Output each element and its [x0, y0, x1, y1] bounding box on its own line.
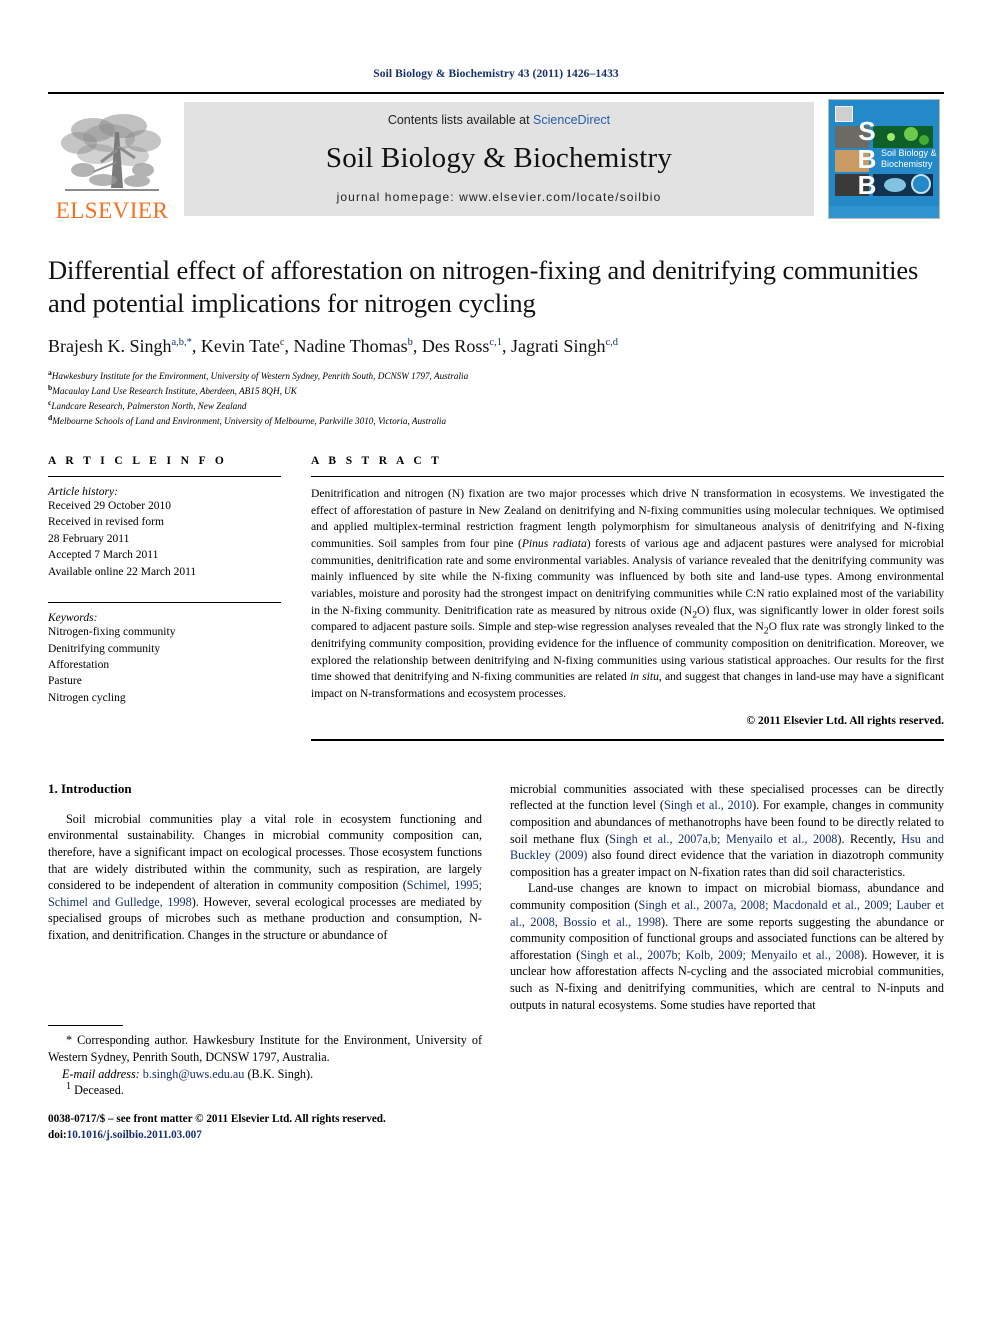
- affiliation-item: dMelbourne Schools of Land and Environme…: [48, 414, 944, 429]
- author-affil-mark: a,b,*: [171, 337, 192, 349]
- elsevier-tree-icon: [61, 114, 161, 191]
- journal-cover-thumbnail: S B B Soil Biology & Biochemistry: [824, 94, 944, 224]
- author-affil-mark: c,d: [605, 337, 618, 349]
- author-list: Brajesh K. Singha,b,*, Kevin Tatec, Nadi…: [48, 336, 618, 357]
- abstract-column: A B S T R A C T Denitrification and nitr…: [311, 455, 944, 741]
- intro-paragraph-right-1: microbial communities associated with th…: [510, 781, 944, 881]
- svg-text:B: B: [858, 170, 877, 200]
- svg-text:S: S: [858, 116, 875, 146]
- abstract-copyright: © 2011 Elsevier Ltd. All rights reserved…: [746, 713, 944, 727]
- doi-line: doi:10.1016/j.soilbio.2011.03.007: [48, 1128, 482, 1144]
- page-title: Differential effect of afforestation on …: [48, 255, 919, 319]
- abstract-text: Denitrification and nitrogen (N) fixatio…: [311, 486, 944, 703]
- issn-line: 0038-0717/$ – see front matter © 2011 El…: [48, 1112, 386, 1125]
- affiliation-item: aHawkesbury Institute for the Environmen…: [48, 369, 944, 384]
- email-owner: (B.K. Singh).: [244, 1066, 314, 1081]
- affiliation-text: Melbourne Schools of Land and Environmen…: [52, 415, 447, 426]
- history-item: Received in revised form: [48, 516, 164, 529]
- masthead-center-panel: Contents lists available at ScienceDirec…: [184, 102, 814, 216]
- abstract-heading: A B S T R A C T: [311, 454, 443, 467]
- author: Jagrati Singhc,d: [511, 336, 618, 356]
- article-info-heading: A R T I C L E I N F O: [48, 454, 228, 467]
- keywords-block: Keywords: Nitrogen-fixing community Deni…: [48, 602, 281, 706]
- intro-right-text-c: ). Recently,: [837, 831, 902, 846]
- deceased-footnote: 1 Deceased.: [48, 1082, 482, 1099]
- article-history-label: Article history:: [48, 485, 118, 498]
- keyword-item: Denitrifying community: [48, 642, 161, 655]
- author-name: Des Ross: [421, 336, 490, 357]
- abstract-bottom-rule: [311, 738, 944, 741]
- article-history-block: Article history: Received 29 October 201…: [48, 475, 281, 580]
- author: Brajesh K. Singha,b,*: [48, 336, 192, 356]
- footnote-rule: [48, 1025, 123, 1027]
- article-info-column: A R T I C L E I N F O Article history: R…: [48, 455, 281, 741]
- author-name: Nadine Thomas: [293, 336, 408, 357]
- keyword-item: Afforestation: [48, 658, 110, 671]
- affiliation-list: aHawkesbury Institute for the Environmen…: [48, 369, 944, 429]
- author: Des Rossc,1: [422, 336, 502, 356]
- citation-link[interactable]: Singh et al., 2007b; Kolb, 2009; Menyail…: [580, 948, 860, 962]
- author-name: Brajesh K. Singh: [48, 336, 172, 357]
- citation-link[interactable]: Singh et al., 2010: [664, 798, 752, 812]
- cover-art-graphic: S B B Soil Biology & Biochemistry: [829, 100, 939, 218]
- contents-available-line: Contents lists available at ScienceDirec…: [388, 113, 610, 127]
- body-column-right: microbial communities associated with th…: [510, 781, 944, 1144]
- history-item: Received 29 October 2010: [48, 499, 171, 512]
- deceased-text: Deceased.: [71, 1083, 124, 1098]
- affiliation-item: cLandcare Research, Palmerston North, Ne…: [48, 399, 944, 414]
- author-name: Kevin Tate: [200, 336, 280, 357]
- intro-paragraph-left: Soil microbial communities play a vital …: [48, 811, 482, 944]
- author-affil-mark: c,1: [489, 337, 502, 349]
- history-item: Available online 22 March 2011: [48, 565, 197, 578]
- species-name: Pinus radiata: [521, 536, 587, 550]
- corresponding-author-footnote: * Corresponding author. Hawkesbury Insti…: [48, 1032, 482, 1065]
- sciencedirect-link[interactable]: ScienceDirect: [533, 113, 610, 127]
- keywords-label: Keywords:: [48, 612, 98, 625]
- running-head: Soil Biology & Biochemistry 43 (2011) 14…: [373, 68, 619, 80]
- body-columns: 1. Introduction Soil microbial communiti…: [48, 781, 944, 1144]
- affiliation-item: bMacaulay Land Use Research Institute, A…: [48, 384, 944, 399]
- keyword-item: Nitrogen cycling: [48, 691, 126, 704]
- author: Nadine Thomasb: [293, 336, 412, 356]
- section-heading-introduction: 1. Introduction: [48, 780, 132, 796]
- author-name: Jagrati Singh: [510, 336, 606, 357]
- article-history-list: Received 29 October 2010 Received in rev…: [48, 498, 281, 580]
- elsevier-wordmark: ELSEVIER: [55, 198, 169, 223]
- journal-cover-art: S B B Soil Biology & Biochemistry: [828, 99, 940, 219]
- elsevier-logo: ELSEVIER: [48, 94, 176, 224]
- intro-paragraph-right-2: Land-use changes are known to impact on …: [510, 880, 944, 1013]
- keyword-item: Pasture: [48, 675, 82, 688]
- abstract-body-wrap: Denitrification and nitrogen (N) fixatio…: [311, 475, 944, 727]
- email-footnote: E-mail address: b.singh@uws.edu.au (B.K.…: [48, 1066, 482, 1083]
- contents-prefix-text: Contents lists available at: [387, 113, 534, 127]
- citation-link[interactable]: Singh et al., 2007a,b; Menyailo et al., …: [609, 832, 837, 846]
- author: Kevin Tatec: [201, 336, 285, 356]
- journal-title: Soil Biology & Biochemistry: [325, 142, 673, 174]
- email-label: E-mail address:: [62, 1066, 140, 1081]
- doi-link[interactable]: 10.1016/j.soilbio.2011.03.007: [67, 1129, 202, 1141]
- imprint-block: 0038-0717/$ – see front matter © 2011 El…: [48, 1112, 482, 1144]
- svg-text:Soil Biology &: Soil Biology &: [881, 148, 937, 158]
- journal-masthead: ELSEVIER Contents lists available at Sci…: [48, 92, 944, 224]
- info-abstract-region: A R T I C L E I N F O Article history: R…: [48, 455, 944, 741]
- affiliation-text: Hawkesbury Institute for the Environment…: [51, 371, 469, 382]
- body-column-left: 1. Introduction Soil microbial communiti…: [48, 781, 482, 1144]
- keyword-item: Nitrogen-fixing community: [48, 626, 176, 639]
- journal-homepage-link[interactable]: journal homepage: www.elsevier.com/locat…: [337, 190, 662, 204]
- history-item: Accepted 7 March 2011: [48, 549, 159, 562]
- history-item: 28 February 2011: [48, 532, 130, 545]
- email-link[interactable]: b.singh@uws.edu.au: [143, 1067, 245, 1081]
- affiliation-text: Landcare Research, Palmerston North, New…: [51, 401, 247, 412]
- doi-label: doi:: [48, 1128, 67, 1141]
- affiliation-text: Macaulay Land Use Research Institute, Ab…: [52, 386, 297, 397]
- author-affil-mark: b: [407, 337, 413, 349]
- corresponding-text: Corresponding author. Hawkesbury Institu…: [48, 1033, 482, 1064]
- article-first-page: Soil Biology & Biochemistry 43 (2011) 14…: [0, 0, 992, 1323]
- footnote-block: * Corresponding author. Hawkesbury Insti…: [48, 1025, 482, 1143]
- svg-text:Biochemistry: Biochemistry: [881, 159, 933, 169]
- keywords-list: Nitrogen-fixing community Denitrifying c…: [48, 624, 281, 706]
- author-affil-mark: c: [279, 337, 285, 349]
- in-situ-italic: in situ: [629, 670, 659, 684]
- title-block: Differential effect of afforestation on …: [48, 254, 944, 429]
